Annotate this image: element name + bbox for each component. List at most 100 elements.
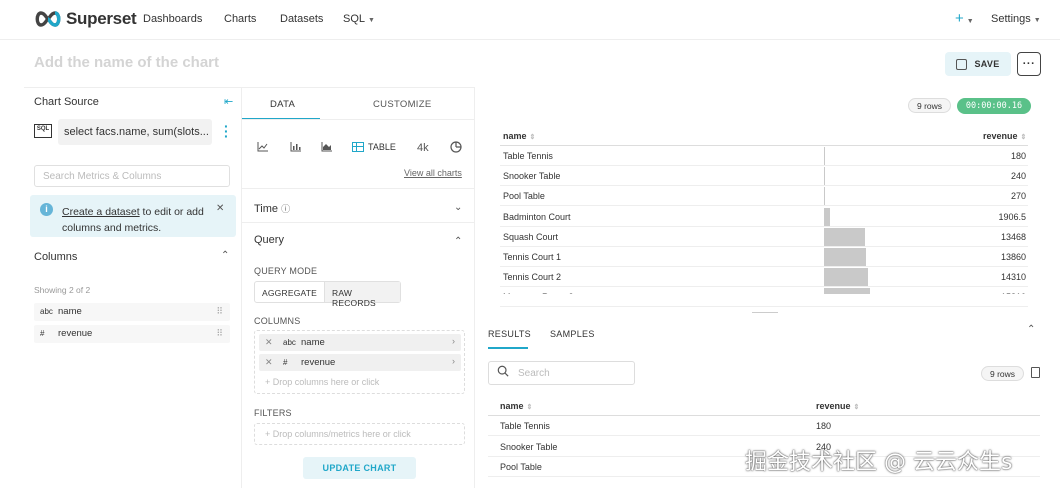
copy-icon[interactable] — [1031, 367, 1040, 378]
bar-chart-icon[interactable] — [290, 141, 302, 155]
brand-name: Superset — [66, 9, 137, 28]
datasource-menu-icon[interactable]: · · · — [224, 119, 229, 143]
resize-handle[interactable] — [752, 312, 778, 313]
section-divider — [242, 222, 475, 223]
raw-records-mode-button[interactable]: RAW RECORDS — [324, 282, 400, 308]
info-icon: i — [40, 203, 53, 216]
nav-dashboards[interactable]: Dashboards — [143, 13, 202, 25]
save-label: SAVE — [974, 59, 1000, 69]
sort-icon: ⇕ — [526, 404, 533, 411]
update-chart-button[interactable]: UPDATE CHART — [303, 457, 416, 479]
sort-icon: ⇕ — [529, 134, 536, 141]
pie-chart-icon[interactable] — [450, 141, 462, 156]
columns-section-title[interactable]: Columns — [34, 251, 77, 263]
settings-menu[interactable]: Settings ▼ — [991, 13, 1041, 25]
nav-datasets[interactable]: Datasets — [280, 13, 323, 25]
query-section-title[interactable]: Query — [254, 234, 284, 246]
plus-icon: + — [265, 377, 273, 387]
table-row[interactable]: Squash Court 13468 — [500, 227, 1028, 247]
filters-drop-zone[interactable]: + Drop columns/metrics here or click — [254, 423, 465, 445]
table-icon — [352, 142, 364, 152]
line-chart-icon[interactable] — [257, 141, 269, 155]
collapse-panel-icon[interactable]: ⇤ — [224, 95, 233, 108]
results-row-count: 9 rows — [981, 366, 1025, 381]
chevron-down-icon[interactable]: ⌄ — [454, 202, 462, 213]
datasource-query[interactable]: select facs.name, sum(slots... — [58, 119, 212, 145]
tab-results[interactable]: RESULTS — [488, 329, 531, 339]
drag-handle-icon[interactable]: ⠿ — [216, 306, 223, 317]
column-chip[interactable]: ✕ abc name › — [259, 334, 461, 351]
column-item[interactable]: # revenue ⠿ — [34, 325, 230, 343]
results-search-input[interactable]: Search — [488, 361, 635, 385]
plus-icon: + — [265, 429, 273, 439]
results-header-revenue[interactable]: revenue ⇕ — [816, 401, 859, 411]
column-chip[interactable]: ✕ # revenue › — [259, 354, 461, 371]
watermark: 掘金技术社区 @ 云云众生s — [745, 450, 1013, 475]
chevron-up-icon[interactable]: ⌃ — [221, 250, 229, 261]
cell-revenue: 240 — [1010, 171, 1026, 182]
close-icon[interactable]: ✕ — [216, 203, 224, 214]
tab-data[interactable]: DATA — [270, 99, 295, 110]
results-header-name[interactable]: name ⇕ — [500, 401, 532, 411]
query-mode-toggle: AGGREGATE RAW RECORDS — [254, 281, 401, 308]
nav-sql-label: SQL — [343, 13, 366, 25]
save-button[interactable]: SAVE — [945, 52, 1011, 76]
column-item[interactable]: abc name ⠿ — [34, 303, 230, 321]
tab-customize[interactable]: CUSTOMIZE — [373, 99, 431, 110]
create-dataset-link[interactable]: Create a dataset — [62, 206, 140, 218]
query-timer: 00:00:00.16 — [957, 98, 1031, 114]
info-alert: i Create a dataset to edit or add column… — [30, 195, 236, 237]
chevron-up-icon[interactable]: ⌃ — [1027, 324, 1035, 335]
info-icon: ⓘ — [281, 204, 291, 214]
remove-icon[interactable]: ✕ — [265, 337, 273, 348]
columns-drop-zone[interactable]: ✕ abc name › ✕ # revenue › + Drop column… — [254, 330, 465, 394]
chart-title-input[interactable]: Add the name of the chart — [34, 54, 219, 71]
active-tab-indicator — [488, 347, 528, 349]
cell-revenue: 180 — [1010, 151, 1026, 161]
caret-down-icon: ▼ — [1033, 17, 1041, 24]
table-row[interactable]: Pool Table 270 — [500, 186, 1028, 207]
superset-logo[interactable]: Superset — [34, 9, 137, 29]
column-header-name[interactable]: name ⇕ — [503, 131, 535, 141]
table-row[interactable]: Tennis Court 1 13860 — [500, 247, 1028, 267]
table-viz-button[interactable]: TABLE — [352, 142, 396, 152]
cell-name: Pool Table — [500, 462, 542, 472]
more-actions-button[interactable]: ··· — [1017, 52, 1041, 76]
column-name: revenue — [58, 328, 93, 339]
numeric-type-icon: # — [40, 329, 45, 338]
search-metrics-input[interactable]: Search Metrics & Columns — [34, 165, 230, 187]
column-chip-name: revenue — [301, 357, 336, 368]
view-all-charts-link[interactable]: View all charts — [404, 168, 462, 178]
nav-charts[interactable]: Charts — [224, 13, 256, 25]
chevron-up-icon[interactable]: ⌃ — [454, 236, 462, 247]
table-row[interactable]: Badminton Court 1906.5 — [500, 207, 1028, 227]
cell-name: Snooker Table — [503, 171, 561, 182]
remove-icon[interactable]: ✕ — [265, 357, 273, 368]
big-number-viz-button[interactable]: 4k — [417, 142, 429, 154]
time-section[interactable]: Time ⓘ — [254, 202, 290, 215]
tab-samples[interactable]: SAMPLES — [550, 329, 595, 339]
string-type-icon: abc — [283, 338, 296, 347]
drop-columns-hint[interactable]: + Drop columns here or click — [265, 377, 379, 387]
nav-sql[interactable]: SQL ▼ — [343, 13, 375, 25]
settings-label: Settings — [991, 13, 1031, 25]
results-header-name-label: name — [500, 401, 524, 411]
cell-name: Squash Court — [503, 231, 559, 242]
cell-name: Table Tennis — [500, 421, 550, 431]
column-chip-name: name — [301, 337, 325, 348]
table-row[interactable]: Table Tennis 180 — [500, 146, 1028, 166]
top-nav: Superset Dashboards Charts Datasets SQL ▼… — [0, 0, 1060, 40]
column-header-revenue[interactable]: revenue ⇕ — [983, 131, 1026, 141]
drop-filters-hint[interactable]: + Drop columns/metrics here or click — [265, 429, 411, 439]
table-row[interactable]: Tennis Court 2 14310 — [500, 267, 1028, 288]
table-row[interactable]: Table Tennis 180 — [488, 416, 1040, 436]
new-menu[interactable]: + ▼ — [955, 10, 974, 27]
drag-handle-icon[interactable]: ⠿ — [216, 328, 223, 339]
numeric-type-icon: # — [283, 358, 288, 367]
string-type-icon: abc — [40, 307, 53, 316]
area-chart-icon[interactable] — [321, 141, 333, 155]
table-viz-label: TABLE — [368, 142, 396, 152]
aggregate-mode-button[interactable]: AGGREGATE — [255, 282, 324, 302]
table-row[interactable]: Snooker Table 240 — [500, 166, 1028, 187]
cell-name: Tennis Court 1 — [503, 252, 562, 262]
